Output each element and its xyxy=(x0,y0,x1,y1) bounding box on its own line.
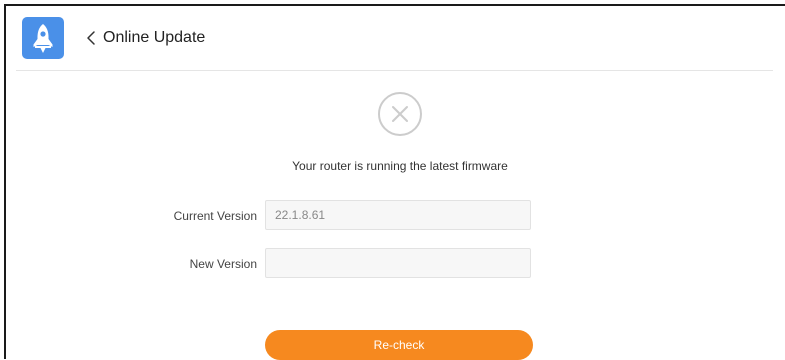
online-update-panel: Online Update Your router is running the… xyxy=(4,4,785,360)
page-title: Online Update xyxy=(103,29,206,46)
chevron-left-icon xyxy=(87,31,95,45)
new-version-field[interactable] xyxy=(265,248,531,278)
current-version-label: Current Version xyxy=(173,209,257,223)
rocket-icon xyxy=(22,17,64,59)
status-message: Your router is running the latest firmwa… xyxy=(292,159,508,173)
page-header: Online Update xyxy=(16,6,773,71)
circle-x-icon xyxy=(378,92,422,136)
new-version-label: New Version xyxy=(189,257,257,271)
back-button[interactable]: Online Update xyxy=(85,27,205,49)
current-version-field[interactable] xyxy=(265,200,531,230)
recheck-button[interactable]: Re-check xyxy=(265,330,533,360)
